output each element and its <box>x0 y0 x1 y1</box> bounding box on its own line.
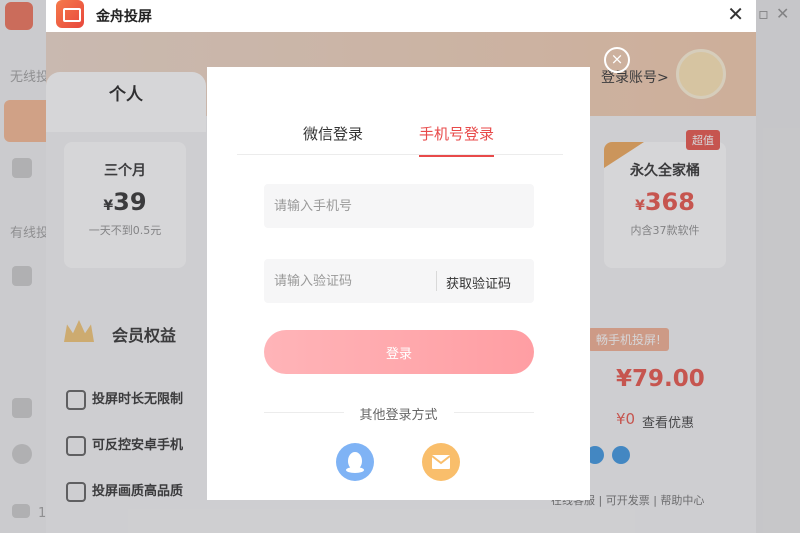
login-tabs: 微信登录 手机号登录 <box>237 123 563 157</box>
mail-icon <box>431 455 451 469</box>
phone-input[interactable] <box>264 184 534 228</box>
tab-phone-login[interactable]: 手机号登录 <box>419 123 495 157</box>
app-title: 金舟投屏 <box>96 9 152 25</box>
login-dialog: 微信登录 手机号登录 获取验证码 登录 其他登录方式 <box>207 67 590 500</box>
close-icon[interactable]: ✕ <box>727 2 744 26</box>
dialog-close-icon[interactable]: × <box>604 47 630 73</box>
qq-login-button[interactable] <box>336 443 374 481</box>
mail-login-button[interactable] <box>422 443 460 481</box>
tab-wechat-login[interactable]: 微信登录 <box>303 123 363 144</box>
app-header: 金舟投屏 ✕ <box>46 0 756 32</box>
qq-icon <box>346 452 364 473</box>
cast-logo-icon <box>56 0 84 28</box>
login-button[interactable]: 登录 <box>264 330 534 374</box>
code-input[interactable] <box>264 259 434 303</box>
other-methods-label: 其他登录方式 <box>359 408 438 423</box>
code-field: 获取验证码 <box>264 259 534 303</box>
divider <box>436 271 437 291</box>
get-code-button[interactable]: 获取验证码 <box>446 273 511 292</box>
phone-field <box>264 184 534 228</box>
